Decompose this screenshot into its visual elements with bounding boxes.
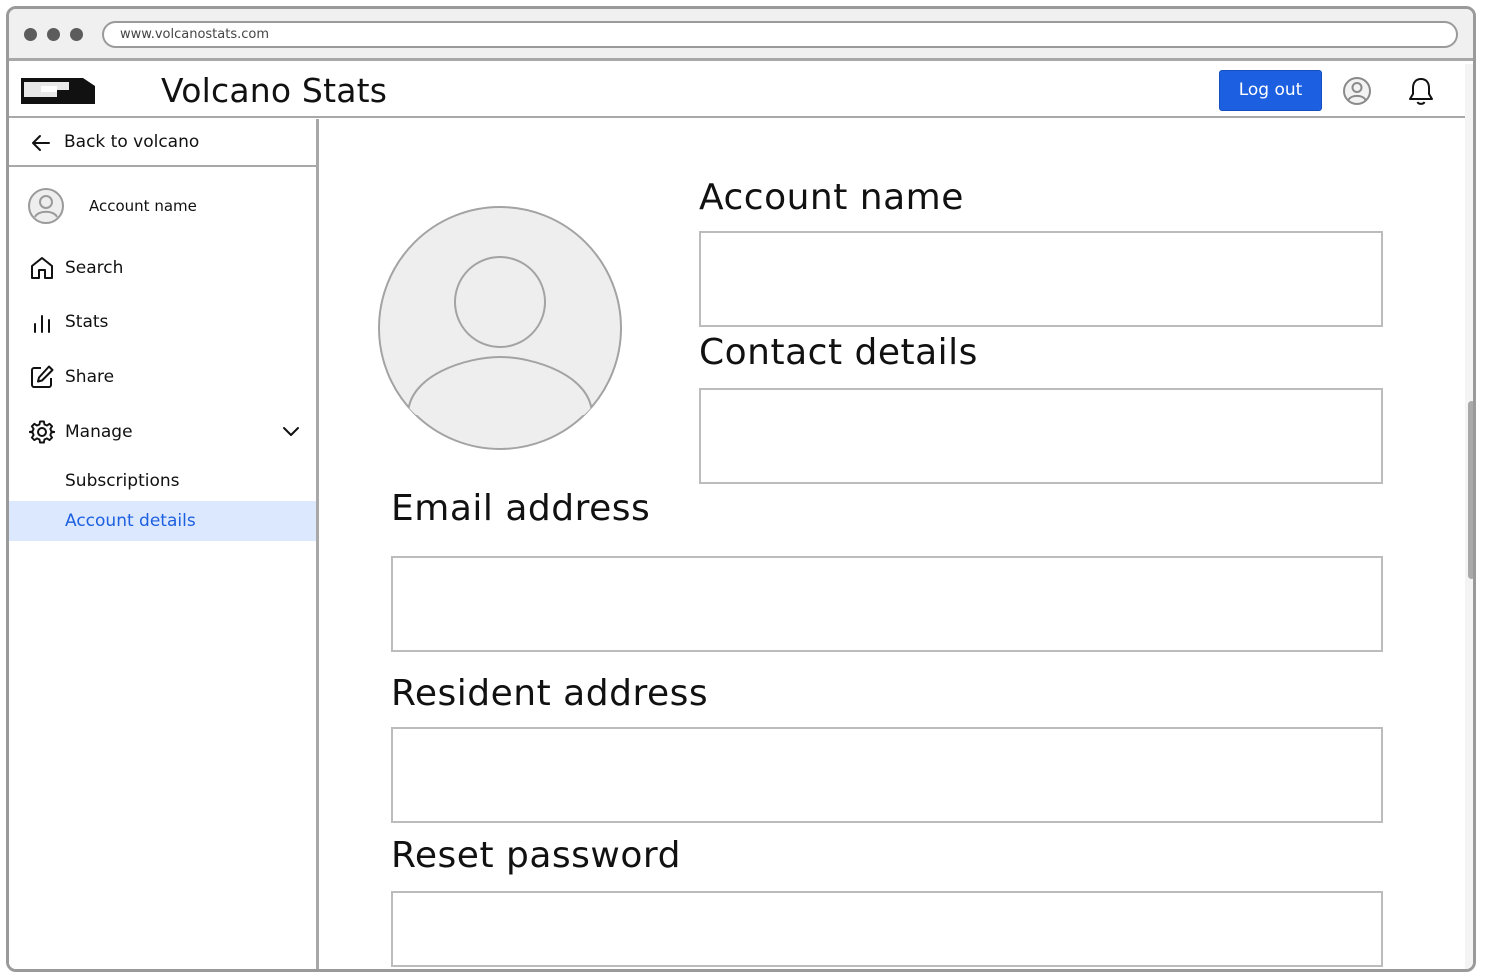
window-dot-icon[interactable] [47,28,60,41]
sidebar-item-label: Share [65,367,115,387]
sidebar-item-label: Stats [65,312,109,332]
reset-password-heading: Reset password [391,835,681,876]
sidebar-item-manage[interactable]: Manage [9,409,316,455]
gear-icon [29,420,55,444]
reset-password-field[interactable] [391,891,1383,967]
back-link-label: Back to volcano [64,132,200,152]
sidebar-item-share[interactable]: Share [9,354,316,400]
edit-icon [31,365,54,388]
email-heading: Email address [391,488,651,529]
scrollbar-thumb[interactable] [1468,401,1473,579]
browser-chrome: www.volcanostats.com [9,9,1473,61]
arrow-left-icon [32,135,50,151]
app-title: Volcano Stats [161,71,388,110]
sidebar: Back to volcano Account name Search Stat… [9,119,319,969]
window-dot-icon[interactable] [24,28,37,41]
sidebar-item-label: Manage [65,422,133,442]
chevron-down-icon[interactable] [281,421,301,441]
resident-address-heading: Resident address [391,673,709,714]
account-name-label: Account name [89,197,197,215]
email-field[interactable] [391,556,1383,652]
contact-details-heading: Contact details [699,332,978,373]
resident-address-field[interactable] [391,727,1383,823]
back-link[interactable]: Back to volcano [9,119,316,167]
browser-window: www.volcanostats.com Volcano Stats Log o… [6,6,1476,972]
sidebar-subitem-subscriptions[interactable]: Subscriptions [9,461,316,501]
sidebar-item-label: Search [65,258,124,278]
sidebar-subitem-label: Subscriptions [65,471,180,491]
sidebar-subitem-label: Account details [65,511,196,531]
sidebar-item-search[interactable]: Search [9,245,316,291]
app-header: Volcano Stats Log out [9,64,1465,118]
logout-button[interactable]: Log out [1219,70,1322,111]
window-dot-icon[interactable] [70,28,83,41]
contact-details-field[interactable] [699,388,1383,484]
account-name-heading: Account name [699,177,964,218]
avatar-icon [28,188,64,224]
bell-icon[interactable] [1404,74,1438,108]
bar-chart-icon [34,315,50,333]
address-bar[interactable]: www.volcanostats.com [102,21,1458,48]
logo-icon [21,78,95,104]
user-circle-icon[interactable] [1340,74,1374,108]
main-content: Account name Contact details Email addre… [322,119,1465,969]
profile-avatar-icon[interactable] [377,205,623,451]
sidebar-subitem-account-details[interactable]: Account details [9,501,316,541]
home-icon [31,257,53,279]
sidebar-item-stats[interactable]: Stats [9,299,316,345]
account-name-field[interactable] [699,231,1383,327]
